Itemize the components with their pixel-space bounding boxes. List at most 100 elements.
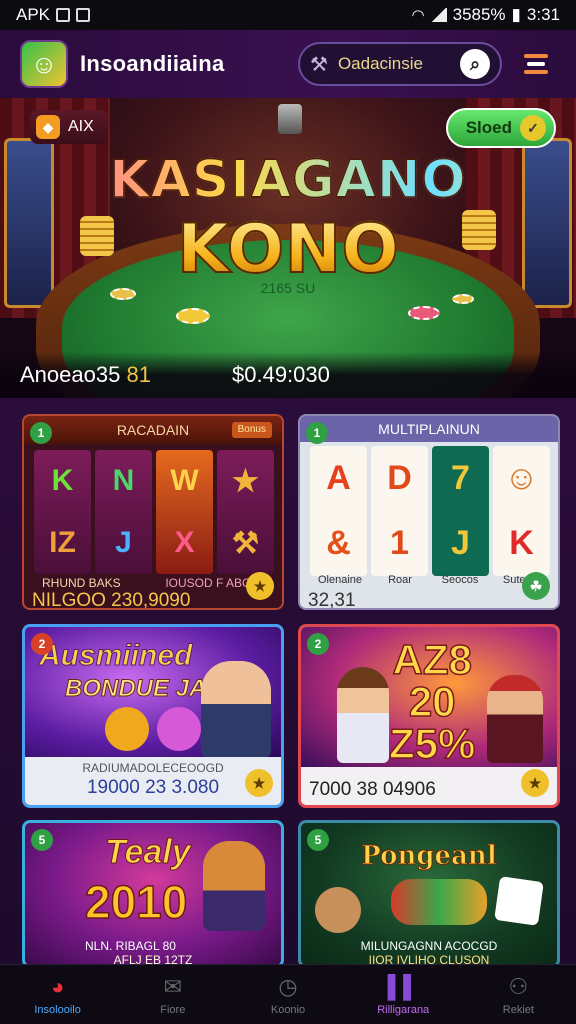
slot-reel: A &: [310, 446, 367, 576]
game-card[interactable]: 5 Tealy 2010 NLN. RIBAGL 80 AFLJ EB 12TZ: [22, 820, 284, 968]
card-subtitle: NLN. RIBAGL 80: [85, 939, 176, 953]
reel-label: Seocos: [441, 574, 479, 586]
game-card[interactable]: 2 AZ8 20 Z5% 7000 38 04906 ★: [298, 624, 560, 808]
reel-symbol: X: [174, 526, 195, 559]
reel-symbol: ☺: [504, 459, 539, 497]
character-art: [337, 667, 389, 763]
game-card[interactable]: 2 Ausmiined BONDUE JAN RADIUMADOLECEOOGD…: [22, 624, 284, 808]
character-art: [315, 887, 361, 933]
notification-icon: [56, 8, 71, 22]
battery-icon: ▮: [511, 5, 521, 24]
slot-reel: N J: [95, 450, 152, 574]
nav-label: Koonio: [270, 1003, 306, 1016]
bottom-nav: ◕ Insolooilo ✉ Fiore ◷ Koonio ▌▌ Rilliga…: [0, 964, 576, 1024]
card-title-secondary: BONDUE JAN: [65, 675, 225, 703]
hero-stats: Anoeao35 81 $0.49:030: [0, 352, 576, 398]
game-card[interactable]: 5 Pongeanl MILUNGAGNN ACOCGD IIOR IVLIHO…: [298, 820, 560, 968]
card-rank-badge: 1: [30, 422, 52, 444]
nav-label: Insolooilo: [34, 1003, 81, 1016]
hero-title-line1: KASIAGANO: [0, 149, 576, 211]
search-bar[interactable]: ⚒ Oadacinsie ⌕: [298, 42, 502, 86]
hero-badge-label: AIX: [68, 118, 94, 135]
card-title: AZ8 20 Z5%: [388, 636, 476, 767]
card-jackpot: NILGOO 230,9090: [32, 590, 191, 610]
reel-symbol: K: [509, 524, 534, 562]
status-bar: APK ◠ 3585% ▮ 3:31: [0, 0, 576, 30]
nav-label: Fiore: [160, 1003, 186, 1016]
card-title: Pongeanl: [361, 841, 497, 872]
play-icon[interactable]: ☘: [522, 572, 550, 600]
play-icon[interactable]: ★: [245, 769, 273, 797]
hero-action-button[interactable]: Sloed ✓: [445, 108, 556, 148]
avatar[interactable]: ☺: [20, 40, 68, 88]
card-rank-badge: 1: [306, 422, 328, 444]
reel-symbol: 1: [390, 524, 409, 562]
card-title: Ausmiined: [38, 639, 193, 673]
slot-reel: ★ ⚒: [217, 450, 274, 574]
hero-banner[interactable]: KASIAGANO KONO 2165 SU ◆ AIX Sloed ✓ Ano…: [0, 98, 576, 398]
reel-symbol: IZ: [49, 526, 76, 559]
search-input[interactable]: Oadacinsie: [338, 54, 460, 74]
nav-item-koonio[interactable]: ◷ Koonio: [230, 965, 345, 1024]
card-tag: Bonus: [231, 422, 272, 438]
play-icon[interactable]: ★: [521, 769, 549, 797]
card-title-top: AZ8: [392, 636, 473, 683]
books-icon: ▌▌: [387, 973, 419, 999]
emoji-icon: [105, 707, 149, 751]
app-screen: APK ◠ 3585% ▮ 3:31 ☺ Insoandiiaina ⚒ Oad…: [0, 0, 576, 1024]
card-title-secondary: 2010: [84, 875, 188, 929]
reel-symbol: A: [326, 459, 351, 497]
chip: [408, 306, 440, 320]
nav-item-home[interactable]: ◕ Insolooilo: [0, 965, 115, 1024]
card-subtitle: MILUNGAGNN ACOCGD: [360, 939, 498, 953]
game-grid: 1 RACADAIN Bonus K IZ N J W X ★ ⚒ RHUND …: [0, 398, 576, 968]
reel-label: Roar: [388, 574, 412, 586]
gift-box-icon: [494, 876, 544, 926]
hero-stat: Anoeao35 81: [20, 362, 232, 388]
slot-reel: K IZ: [34, 450, 91, 574]
reel-symbol: &: [326, 524, 351, 562]
hero-action-label: Sloed: [465, 118, 512, 137]
reel-label: Olenaine: [317, 574, 363, 586]
box-icon: ✉: [163, 973, 182, 999]
character-art: [487, 675, 543, 763]
profile-icon: ⚇: [508, 973, 529, 999]
hero-stat-value: 81: [126, 362, 151, 387]
card-title-bottom: Z5%: [388, 720, 476, 767]
hero-badge[interactable]: ◆ AIX: [30, 110, 108, 144]
card-rank-badge: 2: [31, 633, 53, 655]
card-jackpot: 19000 23 3.080: [86, 777, 220, 798]
hero-stat-label: Anoeao35: [20, 362, 121, 387]
reel-symbol: D: [387, 459, 412, 497]
nav-item-fiore[interactable]: ✉ Fiore: [115, 965, 230, 1024]
emoji-icon: [157, 707, 201, 751]
character-art: [201, 661, 271, 757]
reel-symbol: 7: [451, 459, 470, 497]
nav-label: Rilligarana: [377, 1003, 430, 1016]
slot-reels: K IZ N J W X ★ ⚒: [34, 450, 274, 574]
slot-reel: ☺ K: [493, 446, 550, 576]
reel-symbol: ⚒: [232, 526, 259, 560]
hero-title-line2: KONO: [0, 209, 576, 290]
app-title: Insoandiiaina: [80, 51, 225, 76]
game-card[interactable]: 1 MULTIPLAINUN A & D 1 7 J ☺ K Olenaine …: [298, 414, 560, 610]
reel-symbol: K: [51, 464, 74, 497]
chip: [176, 308, 210, 324]
app-header: ☺ Insoandiiaina ⚒ Oadacinsie ⌕: [0, 30, 576, 98]
nav-item-rilligarana[interactable]: ▌▌ Rilligarana: [346, 965, 461, 1024]
slot-reel: W X: [156, 450, 213, 574]
play-icon[interactable]: ★: [246, 572, 274, 600]
check-icon: ✓: [520, 115, 546, 141]
battery-level: 3585%: [452, 5, 506, 24]
game-card[interactable]: 1 RACADAIN Bonus K IZ N J W X ★ ⚒ RHUND …: [22, 414, 284, 610]
menu-icon[interactable]: [520, 48, 552, 80]
lamp-icon: [278, 104, 302, 134]
food-art: [391, 879, 487, 925]
card-subtitle: RADIUMADOLECEOOGD: [82, 761, 224, 775]
card-rank-badge: 2: [307, 633, 329, 655]
slot-reel: D 1: [371, 446, 428, 576]
nav-item-rekiet[interactable]: ⚇ Rekiet: [461, 965, 576, 1024]
card-banner: MULTIPLAINUN: [300, 416, 558, 442]
card-rank-badge: 5: [31, 829, 53, 851]
search-icon[interactable]: ⌕: [460, 49, 490, 79]
